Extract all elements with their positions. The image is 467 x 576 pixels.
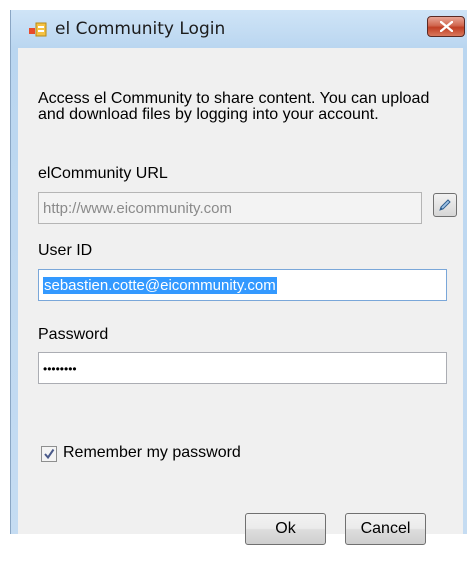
description-text: Access el Community to share content. Yo… xyxy=(38,90,430,123)
user-id-label: User ID xyxy=(38,242,93,259)
url-field: http://www.eicommunity.com xyxy=(38,192,422,224)
edit-url-button[interactable] xyxy=(433,193,457,217)
title-bar[interactable]: el Community Login xyxy=(11,10,467,46)
close-x-icon xyxy=(440,21,453,32)
password-field[interactable]: •••••••• xyxy=(38,352,447,384)
checkmark-icon xyxy=(44,448,55,460)
close-button[interactable] xyxy=(427,16,465,37)
password-label: Password xyxy=(38,326,109,343)
url-label: elCommunity URL xyxy=(38,165,168,182)
user-id-value: sebastien.cotte@eicommunity.com xyxy=(43,277,277,294)
user-id-field[interactable]: sebastien.cotte@eicommunity.com xyxy=(38,269,447,301)
dialog-body: Access el Community to share content. Yo… xyxy=(18,48,463,545)
window-title: el Community Login xyxy=(55,19,226,39)
login-dialog: el Community Login Access el Community t… xyxy=(10,10,467,545)
cancel-button[interactable]: Cancel xyxy=(345,513,426,545)
pencil-edit-icon xyxy=(439,199,451,211)
login-window-icon xyxy=(29,22,47,38)
ok-button[interactable]: Ok xyxy=(245,513,326,545)
remember-checkbox[interactable] xyxy=(41,446,57,462)
remember-label[interactable]: Remember my password xyxy=(63,444,241,462)
